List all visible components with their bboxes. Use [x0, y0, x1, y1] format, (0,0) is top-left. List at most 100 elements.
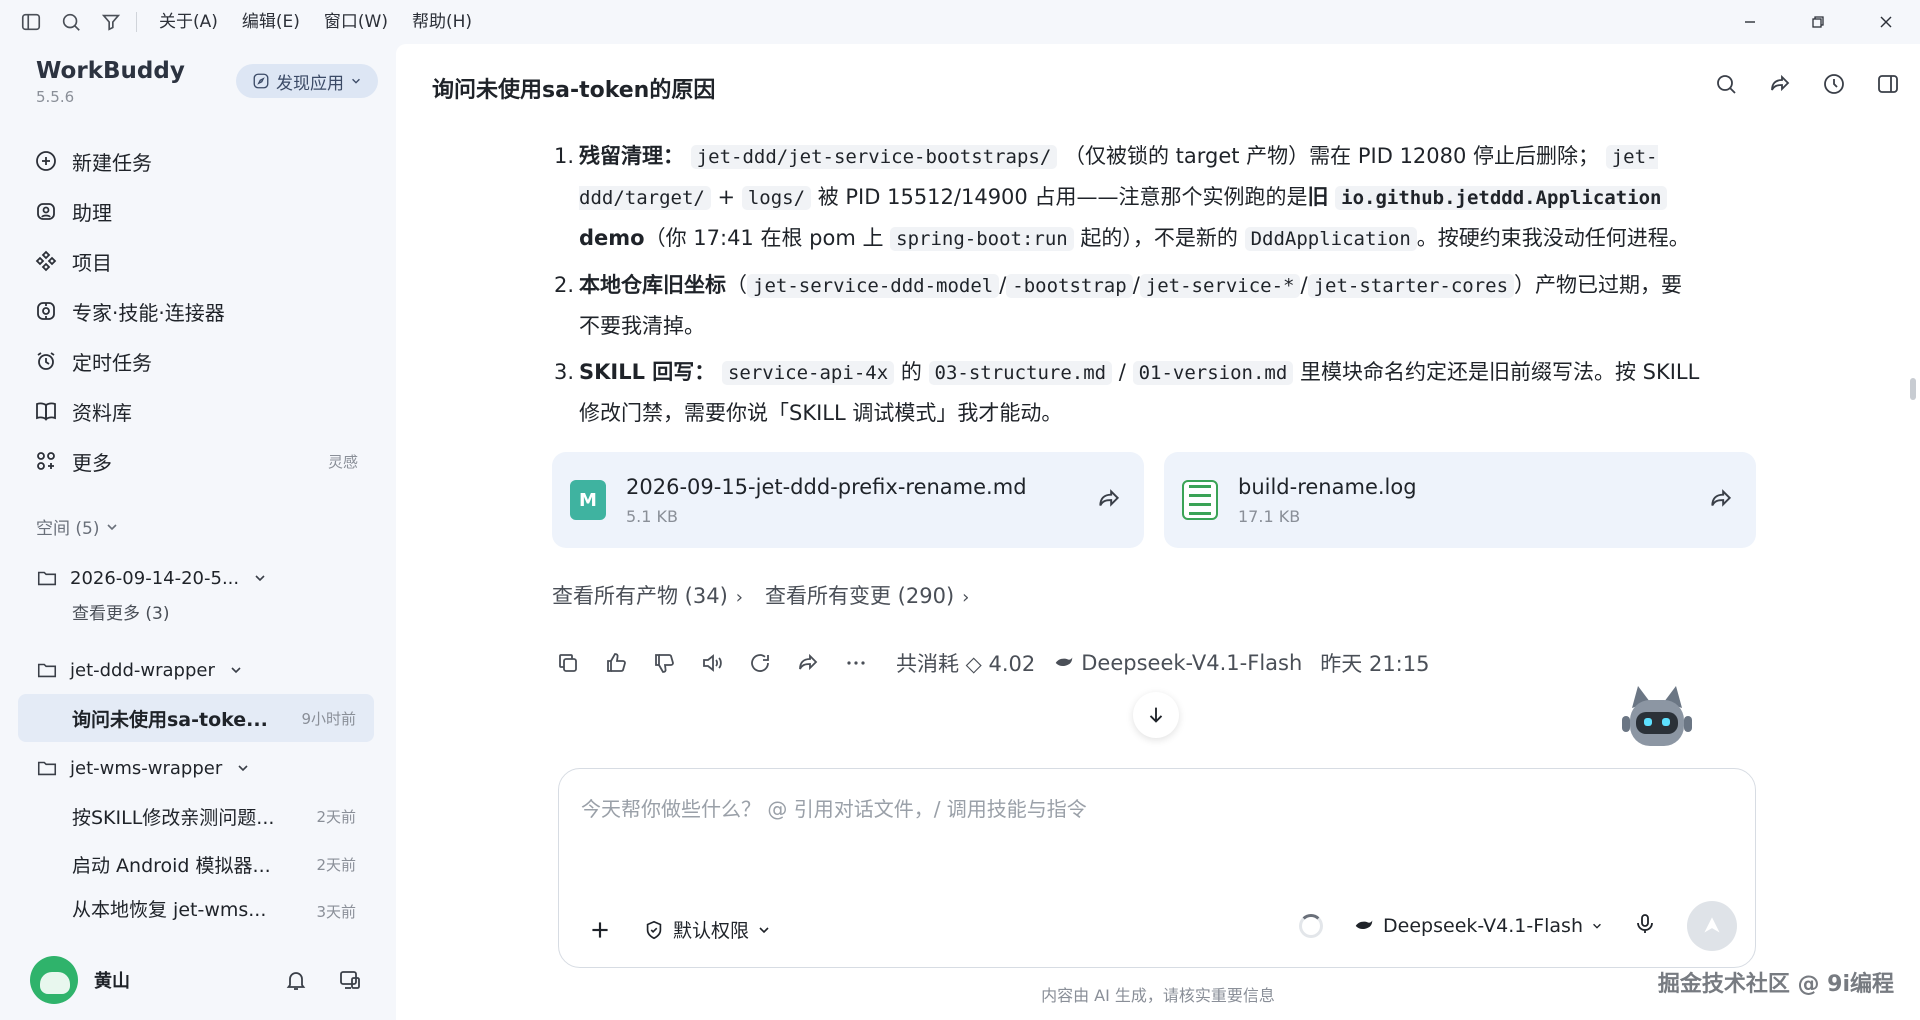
chevron-down-icon — [231, 667, 241, 674]
view-artifacts-link[interactable]: 查看所有产物 (34) › — [552, 580, 743, 610]
app-name: WorkBuddy — [36, 58, 185, 84]
chevron-down-icon — [107, 523, 118, 530]
thumbs-down-icon[interactable] — [652, 651, 676, 675]
sidebar-toggle-icon[interactable] — [18, 9, 44, 35]
discover-apps-button[interactable]: 发现应用 — [236, 64, 378, 98]
space-header[interactable]: 空间 (5) — [36, 514, 119, 539]
thumbs-up-icon[interactable] — [604, 651, 628, 675]
panel-toggle-icon[interactable] — [1876, 72, 1900, 96]
nav-label: 资料库 — [72, 400, 132, 425]
menu-help[interactable]: 帮助(H) — [400, 0, 484, 44]
nav-scheduled[interactable]: 定时任务 — [18, 336, 374, 386]
text: （ — [726, 273, 747, 297]
folder-item[interactable]: jet-wms-wrapper — [18, 744, 374, 792]
nav-label: 定时任务 — [72, 350, 152, 375]
shield-check-icon — [646, 920, 662, 939]
task-item-active[interactable]: 询问未使用sa-toke... 9小时前 — [18, 694, 374, 742]
menu-about[interactable]: 关于(A) — [147, 0, 230, 44]
task-item[interactable]: 启动 Android 模拟器... 2天前 — [18, 840, 374, 888]
model-selector[interactable]: Deepseek-V4.1-Flash — [1353, 915, 1603, 937]
copy-icon[interactable] — [556, 651, 580, 675]
folder-item[interactable]: 2026-09-14-20-5... — [18, 554, 374, 602]
more-icon[interactable] — [844, 651, 868, 675]
inline-code: spring-boot:run — [890, 227, 1074, 251]
send-button[interactable] — [1687, 901, 1737, 951]
folder-label: 2026-09-14-20-5... — [70, 567, 240, 589]
user-name[interactable]: 黄山 — [94, 967, 130, 993]
folder-item[interactable]: jet-ddd-wrapper — [18, 646, 374, 694]
refresh-icon[interactable] — [748, 651, 772, 675]
task-title: 按SKILL修改亲测问题... — [72, 806, 275, 829]
arrow-down-icon — [1149, 707, 1163, 723]
search-icon[interactable] — [58, 9, 84, 35]
watermark: 掘金技术社区 @ 9i编程 — [1657, 972, 1894, 997]
inline-code: 01-version.md — [1132, 361, 1294, 385]
file-name: 2026-09-15-jet-ddd-prefix-rename.md — [626, 474, 1027, 499]
nav-assistant[interactable]: 助理 — [18, 186, 374, 236]
permission-label: 默认权限 — [673, 920, 750, 942]
microphone-button[interactable] — [1633, 912, 1657, 941]
permission-selector[interactable]: 默认权限 — [643, 916, 771, 943]
inline-code: -bootstrap — [1006, 274, 1133, 298]
task-time: 2天前 — [316, 855, 356, 874]
inline-code: DddApplication — [1244, 227, 1417, 251]
task-title: 从本地恢复 jet-wms... — [72, 899, 267, 921]
log-file-icon — [1182, 480, 1218, 520]
folder-icon — [37, 571, 57, 586]
expert-icon — [37, 302, 55, 320]
plus-circle-icon — [36, 151, 56, 171]
whale-icon — [1056, 657, 1073, 667]
scroll-to-bottom-button[interactable] — [1133, 692, 1179, 738]
file-card[interactable]: M 2026-09-15-jet-ddd-prefix-rename.md 5.… — [552, 452, 1144, 548]
task-item[interactable]: 从本地恢复 jet-wms... 3天前 — [18, 888, 374, 922]
task-time: 9小时前 — [301, 709, 356, 728]
share-icon[interactable] — [796, 651, 820, 675]
restore-button[interactable] — [1784, 0, 1852, 44]
history-icon[interactable] — [1822, 72, 1846, 96]
nav-experts[interactable]: 专家·技能·连接器 — [18, 286, 374, 336]
speaker-icon[interactable] — [700, 651, 724, 675]
folder-label: jet-wms-wrapper — [70, 757, 223, 779]
list-item: 1. 残留清理： jet-ddd/jet-service-bootstraps/… — [552, 136, 1702, 259]
app-version: 5.5.6 — [36, 88, 75, 106]
chevron-right-icon: › — [735, 587, 743, 608]
chevron-right-icon: › — [962, 587, 970, 608]
file-card[interactable]: build-rename.log 17.1 KB — [1164, 452, 1756, 548]
menu-edit[interactable]: 编辑(E) — [230, 0, 312, 44]
list-number: 3. — [554, 360, 575, 384]
nav-library[interactable]: 资料库 — [18, 386, 374, 436]
nav-new-task[interactable]: 新建任务 — [18, 136, 374, 186]
nav-more[interactable]: 更多 灵感 — [18, 436, 374, 486]
bell-icon[interactable] — [284, 968, 308, 992]
page-title: 询问未使用sa-token的原因 — [432, 78, 716, 103]
inline-code: jet-starter-cores — [1307, 274, 1515, 298]
view-more-link[interactable]: 查看更多 (3) — [18, 602, 374, 632]
device-icon[interactable] — [338, 968, 362, 992]
microphone-icon — [1637, 913, 1653, 933]
search-icon[interactable] — [1714, 72, 1738, 96]
chat-input[interactable] — [581, 793, 1731, 873]
view-changes-link[interactable]: 查看所有变更 (290) › — [765, 580, 969, 610]
list-number: 2. — [554, 273, 575, 297]
share-icon[interactable] — [1096, 486, 1122, 512]
markdown-file-icon: M — [570, 480, 606, 520]
whale-icon — [1355, 920, 1373, 930]
filter-icon[interactable] — [98, 9, 124, 35]
bold-text: demo — [579, 226, 645, 250]
grid-icon — [37, 452, 55, 470]
list-number: 1. — [554, 144, 575, 168]
scrollbar-thumb[interactable] — [1910, 378, 1916, 400]
minimize-button[interactable] — [1716, 0, 1784, 44]
task-item[interactable]: 按SKILL修改亲测问题... 2天前 — [18, 792, 374, 840]
avatar[interactable] — [30, 956, 78, 1004]
plus-icon[interactable] — [587, 917, 613, 943]
close-button[interactable] — [1852, 0, 1920, 44]
nav-project[interactable]: 项目 — [18, 236, 374, 286]
menu-window[interactable]: 窗口(W) — [312, 0, 400, 44]
share-icon[interactable] — [1708, 486, 1734, 512]
share-icon[interactable] — [1768, 72, 1792, 96]
workspace-tree: 2026-09-14-20-5... 查看更多 (3) jet-ddd-wrap… — [18, 554, 374, 922]
inline-code: jet-ddd/jet-service-bootstraps/ — [690, 145, 1058, 169]
menu-bar: 关于(A) 编辑(E) 窗口(W) 帮助(H) — [147, 0, 484, 44]
inspiration-hint[interactable]: 灵感 — [328, 451, 358, 472]
